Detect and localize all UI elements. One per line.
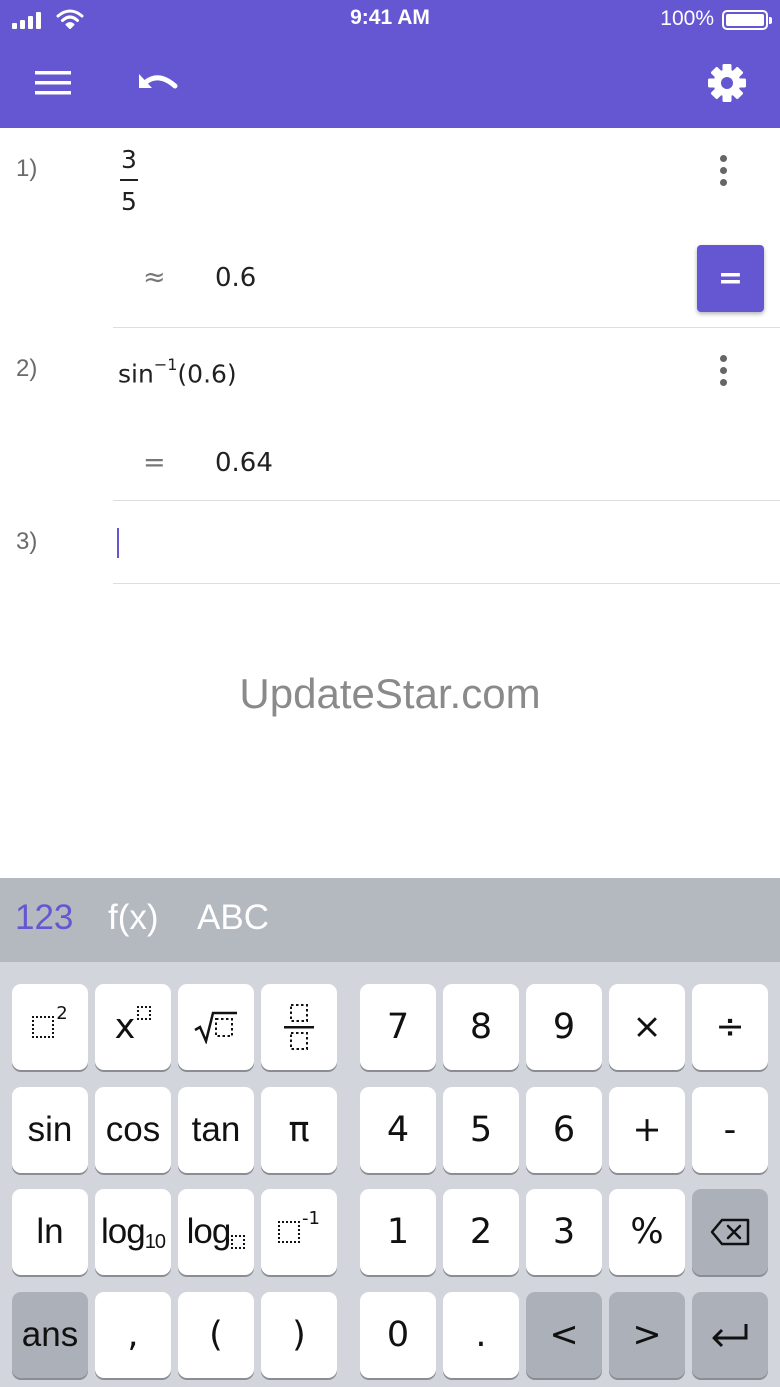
sin-key[interactable]: sin bbox=[12, 1087, 88, 1173]
fraction-icon bbox=[284, 1004, 314, 1050]
row-number: 2) bbox=[16, 355, 38, 382]
enter-icon bbox=[712, 1324, 748, 1348]
fraction-key[interactable] bbox=[261, 984, 337, 1070]
cursor-left-key[interactable]: < bbox=[526, 1292, 602, 1378]
enter-key[interactable] bbox=[692, 1292, 768, 1378]
tab-fx[interactable]: f(x) bbox=[108, 898, 159, 938]
key-6[interactable]: 6 bbox=[526, 1087, 602, 1173]
square-key[interactable]: 2 bbox=[12, 984, 88, 1070]
row-divider bbox=[113, 500, 780, 501]
math-keyboard: 2 x 7 8 9 × ÷ sin cos tan π 4 5 6 + - ln… bbox=[0, 962, 780, 1387]
pi-key[interactable]: π bbox=[261, 1087, 337, 1173]
row-number: 3) bbox=[16, 528, 38, 555]
fraction-input[interactable]: 3 5 bbox=[119, 145, 139, 217]
keyboard-tab-bar: 123 f(x) ABC bbox=[0, 878, 780, 962]
status-bar: 9:41 AM 100% bbox=[0, 0, 780, 38]
key-7[interactable]: 7 bbox=[360, 984, 436, 1070]
undo-button[interactable] bbox=[133, 58, 183, 108]
key-3[interactable]: 3 bbox=[526, 1189, 602, 1275]
minus-key[interactable]: - bbox=[692, 1087, 768, 1173]
power-key[interactable]: x bbox=[95, 984, 171, 1070]
undo-icon bbox=[139, 74, 178, 89]
menu-button[interactable] bbox=[28, 58, 78, 108]
ln-key[interactable]: ln bbox=[12, 1189, 88, 1275]
backspace-icon bbox=[710, 1218, 750, 1246]
key-0[interactable]: 0 bbox=[360, 1292, 436, 1378]
key-5[interactable]: 5 bbox=[443, 1087, 519, 1173]
row-output: 0.64 bbox=[215, 448, 273, 478]
cursor-right-key[interactable]: > bbox=[609, 1292, 685, 1378]
text-cursor[interactable] bbox=[117, 528, 119, 558]
tab-abc[interactable]: ABC bbox=[197, 898, 269, 938]
divide-key[interactable]: ÷ bbox=[692, 984, 768, 1070]
plus-key[interactable]: + bbox=[609, 1087, 685, 1173]
row-divider bbox=[113, 327, 780, 328]
exact-approx-toggle-button[interactable]: = bbox=[697, 245, 764, 312]
row-number: 1) bbox=[16, 155, 38, 182]
equals-symbol: = bbox=[143, 447, 166, 478]
left-paren-key[interactable]: ( bbox=[178, 1292, 254, 1378]
watermark: UpdateStar.com bbox=[239, 670, 541, 717]
row-divider bbox=[113, 583, 780, 584]
log-base-key[interactable]: log bbox=[178, 1189, 254, 1275]
function-argument: (0.6) bbox=[177, 359, 237, 389]
expression-input[interactable]: sin−1(0.6) bbox=[118, 355, 237, 389]
key-2[interactable]: 2 bbox=[443, 1189, 519, 1275]
tab-123[interactable]: 123 bbox=[15, 898, 73, 938]
key-8[interactable]: 8 bbox=[443, 984, 519, 1070]
inverse-key[interactable]: -1 bbox=[261, 1189, 337, 1275]
sqrt-key[interactable] bbox=[178, 984, 254, 1070]
approx-symbol: ≈ bbox=[143, 262, 166, 293]
cos-key[interactable]: cos bbox=[95, 1087, 171, 1173]
log10-key[interactable]: log 10 bbox=[95, 1189, 171, 1275]
key-4[interactable]: 4 bbox=[360, 1087, 436, 1173]
row-options-button[interactable] bbox=[708, 150, 738, 190]
gear-icon bbox=[708, 64, 746, 102]
settings-button[interactable] bbox=[702, 58, 752, 108]
key-9[interactable]: 9 bbox=[526, 984, 602, 1070]
percent-key[interactable]: % bbox=[609, 1189, 685, 1275]
battery-icon bbox=[722, 10, 772, 30]
ans-key[interactable]: ans bbox=[12, 1292, 88, 1378]
app-toolbar bbox=[0, 38, 780, 128]
right-paren-key[interactable]: ) bbox=[261, 1292, 337, 1378]
multiply-key[interactable]: × bbox=[609, 984, 685, 1070]
comma-key[interactable]: , bbox=[95, 1292, 171, 1378]
backspace-key[interactable] bbox=[692, 1189, 768, 1275]
function-exponent: −1 bbox=[153, 355, 178, 374]
fraction-denominator: 5 bbox=[121, 187, 137, 216]
fraction-numerator: 3 bbox=[121, 145, 137, 174]
function-name: sin bbox=[118, 359, 154, 389]
fraction-bar bbox=[120, 179, 138, 181]
row-options-button[interactable] bbox=[708, 350, 738, 390]
decimal-point-key[interactable]: . bbox=[443, 1292, 519, 1378]
key-1[interactable]: 1 bbox=[360, 1189, 436, 1275]
battery-percentage: 100% bbox=[660, 7, 714, 30]
sqrt-icon bbox=[194, 1011, 237, 1044]
row-output: 0.6 bbox=[215, 263, 257, 293]
tan-key[interactable]: tan bbox=[178, 1087, 254, 1173]
hamburger-menu-icon bbox=[35, 71, 71, 95]
